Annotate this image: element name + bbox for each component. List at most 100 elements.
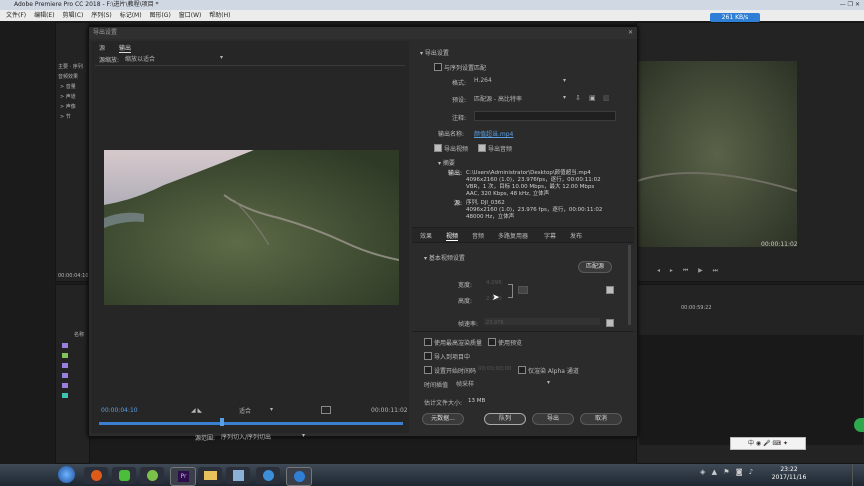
export-settings-header: ▾ 导出设置: [420, 50, 449, 57]
clip-swatch[interactable]: [62, 343, 68, 348]
timeline-tracks[interactable]: [639, 335, 863, 445]
import-preset-icon[interactable]: ▣: [589, 94, 596, 102]
preset-select[interactable]: 匹配源 - 高比特率 ▾: [474, 94, 566, 103]
ime-toolbar[interactable]: 中 ◉ 🎤 ⌨ ✦: [730, 437, 806, 450]
clip-swatch[interactable]: [62, 393, 68, 398]
export-audio-checkbox[interactable]: [478, 144, 486, 152]
set-start-tc-checkbox[interactable]: [424, 366, 432, 374]
render-alpha-checkbox[interactable]: [518, 366, 526, 374]
settings-scrollbar[interactable]: [628, 245, 631, 325]
tree-item[interactable]: > 音量: [60, 83, 89, 90]
clip-swatch[interactable]: [62, 383, 68, 388]
source-range-select[interactable]: 序列切入/序列切出 ▾: [221, 432, 305, 441]
clip-swatch[interactable]: [62, 373, 68, 378]
framerate-select[interactable]: 23.976: [484, 318, 600, 326]
metadata-button[interactable]: 元数据...: [422, 413, 464, 425]
menu-edit[interactable]: 编辑(E): [34, 12, 54, 19]
source-range-label: 源范围:: [195, 435, 216, 442]
link-icon[interactable]: [518, 286, 528, 294]
menu-file[interactable]: 文件(F): [6, 12, 26, 19]
delete-preset-icon[interactable]: ▥: [603, 94, 610, 102]
menu-help[interactable]: 帮助(H): [209, 12, 230, 19]
mark-in-out-icons[interactable]: ◢ ◣: [191, 407, 202, 414]
browser-icon[interactable]: [256, 467, 280, 484]
start-tc-value[interactable]: 00;00;00;00: [478, 366, 512, 372]
scale-select[interactable]: 缩放以适合 ▾: [125, 54, 225, 63]
export-button[interactable]: 导出: [532, 413, 574, 425]
tree-item[interactable]: > 声像: [60, 103, 89, 110]
tab-captions[interactable]: 字幕: [544, 231, 556, 240]
current-timecode[interactable]: 00:00:04:10: [101, 407, 138, 414]
output-tab[interactable]: 输出: [119, 43, 132, 53]
format-select[interactable]: H.264 ▾: [474, 77, 566, 85]
aspect-icon[interactable]: [321, 406, 331, 414]
close-icon[interactable]: ✕: [628, 27, 633, 39]
clock[interactable]: 23:22 2017/11/16: [766, 466, 812, 482]
tree-item[interactable]: > 声道: [60, 93, 89, 100]
menu-sequence[interactable]: 序列(S): [91, 12, 112, 19]
chevron-down-icon: ▾: [219, 54, 223, 61]
width-label: 宽度:: [458, 282, 473, 289]
menu-clip[interactable]: 剪辑(C): [62, 12, 83, 19]
clip-swatch[interactable]: [62, 353, 68, 358]
summary-output-line: AAC, 320 Kbps, 48 kHz, 立体声: [466, 191, 550, 197]
interp-select[interactable]: 帧采样 ▾: [456, 379, 550, 388]
match-sequence-checkbox[interactable]: [434, 63, 442, 71]
match-source-button[interactable]: 匹配源: [578, 261, 612, 273]
settings-pane: ▾ 导出设置 与序列设置匹配 格式: H.264 ▾ 预设: 匹配源 - 高比特…: [412, 41, 634, 433]
width-match-checkbox[interactable]: [606, 286, 614, 294]
tab-publish[interactable]: 发布: [570, 231, 582, 240]
cloud-icon[interactable]: [286, 467, 312, 486]
tab-audio[interactable]: 音频: [472, 231, 484, 240]
dialog-titlebar: 导出设置 ✕: [89, 27, 637, 39]
dialog-title: 导出设置: [93, 29, 118, 36]
tab-multiplexer[interactable]: 多路复用器: [498, 231, 528, 240]
use-preview-checkbox[interactable]: [488, 338, 496, 346]
green-app-icon[interactable]: [140, 467, 164, 484]
source-tab[interactable]: 源: [99, 43, 105, 52]
comment-input[interactable]: [474, 111, 616, 121]
media-player-icon[interactable]: [84, 467, 108, 484]
interp-label: 时间插值: [424, 382, 449, 389]
max-render-checkbox[interactable]: [424, 338, 432, 346]
start-button[interactable]: [58, 466, 75, 483]
menu-marker[interactable]: 标记(M): [120, 12, 142, 19]
height-label: 高度:: [458, 298, 473, 305]
menu-window[interactable]: 窗口(W): [179, 12, 202, 19]
framerate-match-checkbox[interactable]: [606, 319, 614, 327]
export-video-checkbox[interactable]: [434, 144, 442, 152]
clip-swatch[interactable]: [62, 363, 68, 368]
side-widget-icon[interactable]: [854, 418, 864, 432]
tab-effects[interactable]: 效果: [420, 231, 432, 240]
queue-button[interactable]: 队列: [484, 413, 526, 425]
save-preset-icon[interactable]: ⇩: [575, 94, 581, 102]
net-speed: 261 KB/s: [721, 14, 749, 21]
width-value[interactable]: 4,096: [486, 280, 502, 286]
tab-video[interactable]: 视频: [446, 231, 459, 241]
tray-icons[interactable]: ◈ ▲ ⚑ ◙ ♪: [700, 468, 755, 476]
summary-header: ▾ 摘要: [438, 160, 455, 167]
menu-graphics[interactable]: 图形(G): [149, 12, 170, 19]
window-app-icon[interactable]: [226, 467, 250, 484]
fit-select[interactable]: 适合 ▾: [239, 406, 273, 415]
format-label: 格式:: [452, 80, 467, 87]
wechat-icon[interactable]: [112, 467, 136, 484]
render-alpha-label: 仅渲染 Alpha 通道: [528, 368, 579, 375]
options-divider: [412, 331, 634, 332]
import-project-checkbox[interactable]: [424, 352, 432, 360]
window-controls[interactable]: — ❐ ✕: [840, 0, 860, 10]
summary-output-label: 输出:: [448, 170, 463, 177]
scrubber-track[interactable]: [99, 422, 403, 425]
show-desktop-button[interactable]: [852, 464, 863, 486]
premiere-icon[interactable]: Pr: [170, 467, 196, 486]
scale-value: 缩放以适合: [125, 56, 156, 63]
export-video-label: 导出视频: [444, 146, 469, 153]
playhead[interactable]: [220, 418, 224, 426]
tree-item[interactable]: > 节: [60, 113, 89, 120]
program-controls[interactable]: ◂ ▸ ⏮ ▶ ⏭: [657, 267, 722, 275]
mouse-cursor-icon: ➤: [492, 293, 500, 303]
output-name-link[interactable]: 颜值超当.mp4: [474, 129, 513, 138]
scale-label: 源缩放:: [99, 57, 120, 64]
cancel-button[interactable]: 取消: [580, 413, 622, 425]
folder-icon[interactable]: [198, 467, 222, 484]
